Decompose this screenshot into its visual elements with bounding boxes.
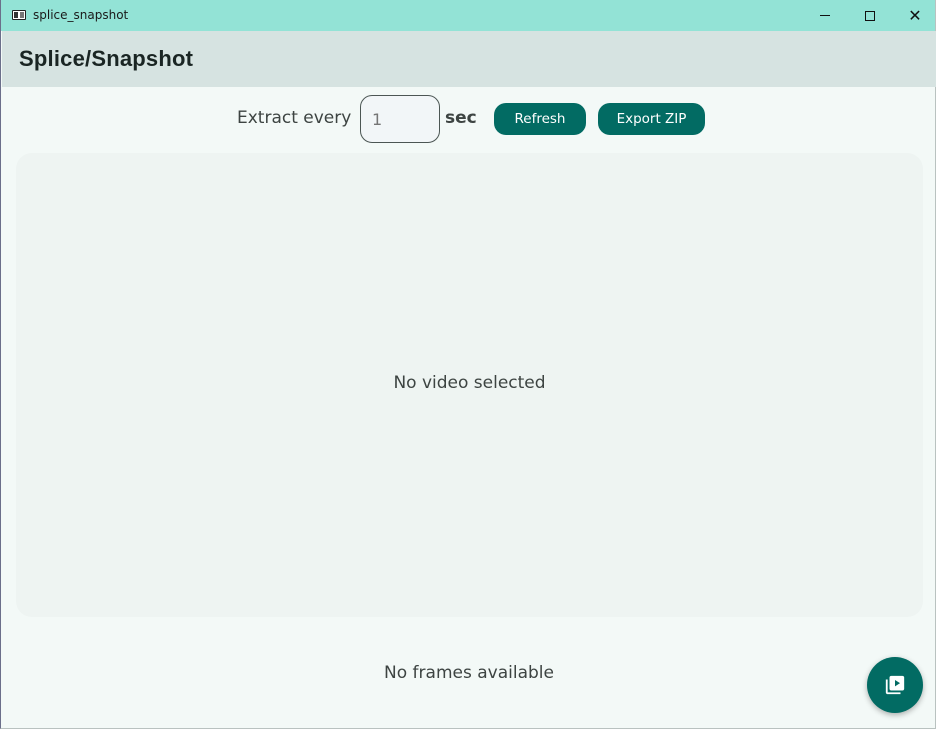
export-zip-button[interactable]: Export ZIP bbox=[598, 103, 705, 135]
video-preview-panel: No video selected bbox=[16, 153, 923, 617]
maximize-button[interactable] bbox=[847, 0, 893, 31]
extract-every-label: Extract every bbox=[237, 108, 352, 128]
video-library-icon bbox=[885, 675, 905, 695]
maximize-icon bbox=[865, 10, 875, 21]
page-title: Splice/Snapshot bbox=[19, 46, 194, 71]
refresh-button[interactable]: Refresh bbox=[494, 103, 586, 135]
window-titlebar[interactable]: splice_snapshot ✕ bbox=[1, 0, 935, 31]
app-window: splice_snapshot ✕ Splice/Snapshot Extrac… bbox=[0, 0, 936, 729]
app-icon bbox=[12, 10, 26, 20]
seconds-unit-label: sec bbox=[445, 108, 477, 128]
close-button[interactable]: ✕ bbox=[892, 0, 936, 31]
interval-seconds-input[interactable] bbox=[360, 95, 440, 143]
app-bar: Splice/Snapshot bbox=[2, 31, 936, 87]
no-video-message: No video selected bbox=[393, 373, 546, 393]
no-frames-message: No frames available bbox=[384, 663, 554, 683]
window-title: splice_snapshot bbox=[33, 8, 129, 22]
select-video-fab[interactable] bbox=[867, 657, 923, 713]
close-icon: ✕ bbox=[908, 5, 922, 25]
minimize-button[interactable] bbox=[802, 0, 848, 31]
minimize-icon bbox=[820, 15, 830, 16]
